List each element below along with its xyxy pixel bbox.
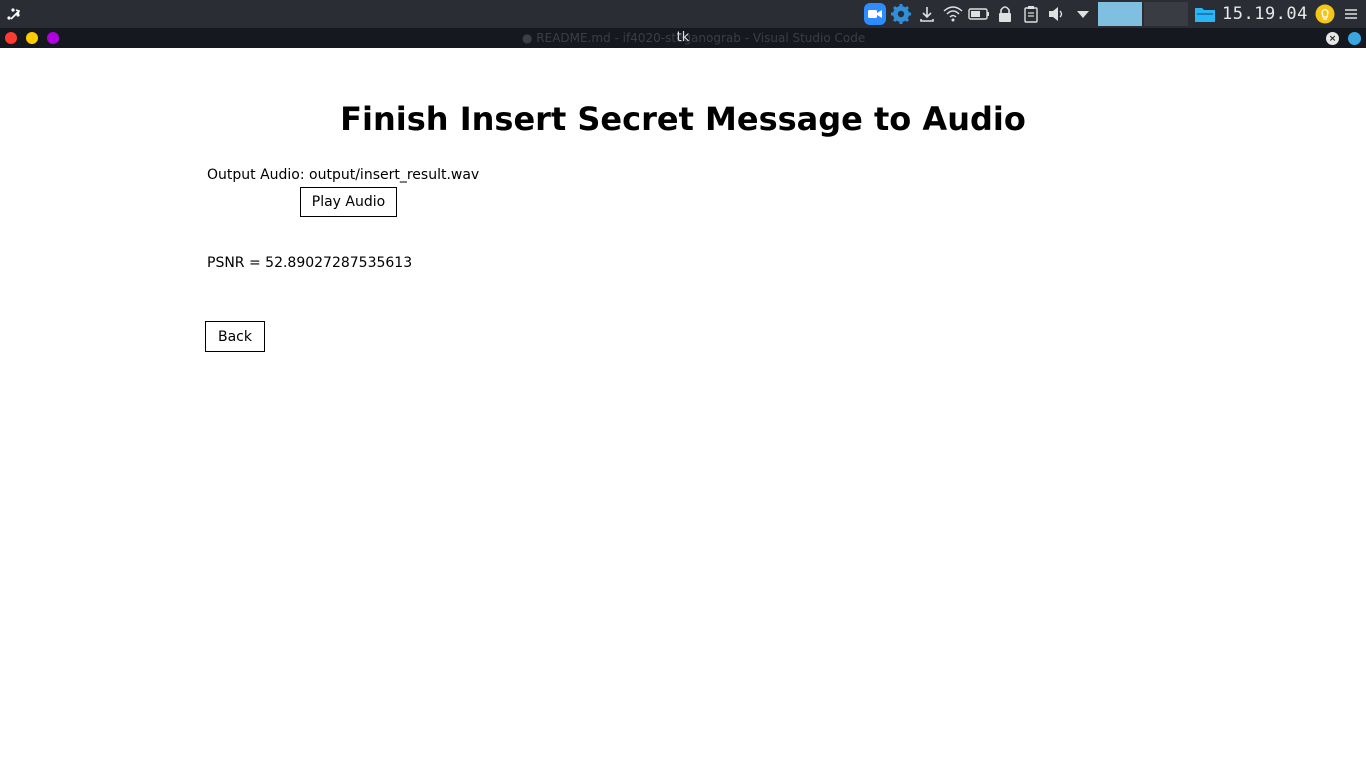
psnr-value: PSNR = 52.89027287535613 (207, 255, 413, 271)
back-button[interactable]: Back (205, 321, 265, 352)
workspace-2[interactable] (1144, 2, 1188, 26)
blue-dot-icon[interactable] (1348, 32, 1361, 45)
folder-icon[interactable] (1192, 0, 1218, 28)
menu-icon[interactable] (1338, 0, 1364, 28)
play-audio-button[interactable]: Play Audio (300, 187, 397, 217)
settings-gear-icon[interactable] (888, 0, 914, 28)
panel-clock[interactable]: 15.19.04 (1222, 4, 1308, 24)
close-circle-icon[interactable]: × (1326, 32, 1339, 45)
wifi-icon[interactable] (940, 0, 966, 28)
page-title: Finish Insert Secret Message to Audio (340, 100, 1026, 138)
dropdown-arrow-icon[interactable] (1070, 0, 1096, 28)
launcher-icon[interactable] (4, 4, 24, 24)
clipboard-icon[interactable] (1018, 0, 1044, 28)
workspace-1[interactable] (1098, 2, 1142, 26)
window-titlebar: ● README.md - if4020-steganograb - Visua… (0, 28, 1366, 48)
output-audio-label: Output Audio: output/insert_result.wav (207, 167, 480, 183)
battery-icon[interactable] (966, 0, 992, 28)
lock-icon[interactable] (992, 0, 1018, 28)
window-title: tk (676, 30, 690, 45)
volume-icon[interactable] (1044, 0, 1070, 28)
bulb-icon[interactable] (1312, 0, 1338, 28)
zoom-icon[interactable] (862, 0, 888, 28)
download-icon[interactable] (914, 0, 940, 28)
system-panel: 15.19.04 (0, 0, 1366, 28)
system-tray: 15.19.04 (862, 0, 1364, 28)
